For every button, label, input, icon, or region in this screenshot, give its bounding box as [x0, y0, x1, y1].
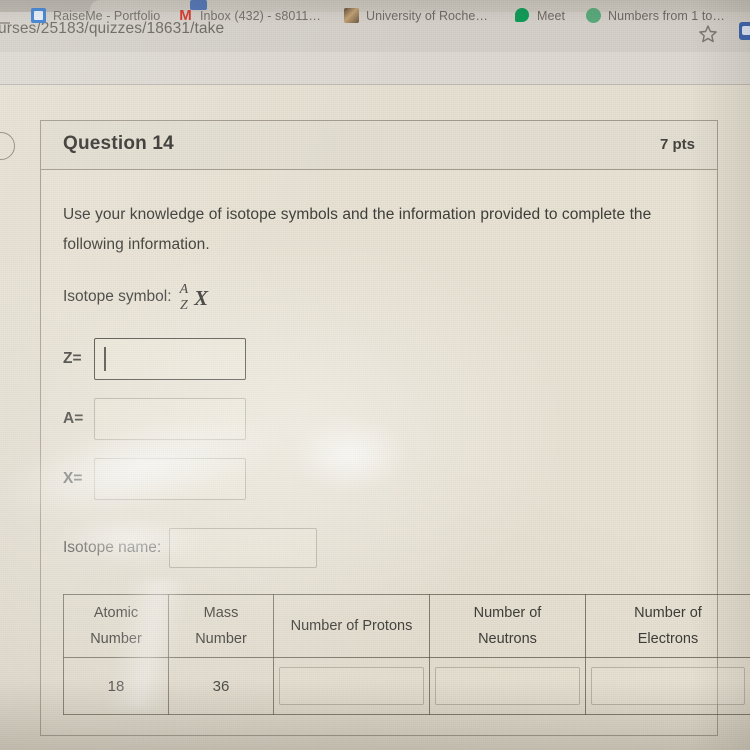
header-line: Electrons	[637, 631, 699, 647]
bookmark-label: RaiseMe - Portfolio	[53, 8, 161, 23]
photographed-screen: urses/25183/quizzes/18631/take RaiseMe -…	[0, 0, 750, 750]
header-line: Atomic	[93, 605, 139, 621]
field-row-x: X=	[63, 458, 695, 500]
star-icon[interactable]	[698, 24, 718, 44]
x-input[interactable]	[94, 458, 246, 500]
extension-icon[interactable]	[739, 22, 750, 40]
table-body: 18 36	[63, 657, 750, 715]
cell-number-of-electrons	[585, 657, 750, 715]
header-line: Mass	[203, 605, 239, 621]
bookmark-item-numbers[interactable]: Numbers from 1 to…	[586, 8, 725, 23]
text-cursor	[104, 347, 106, 371]
bookmark-overflow-indicator	[0, 22, 10, 24]
neutrons-input[interactable]	[435, 667, 580, 705]
question-card: Question 14 7 pts Use your knowledge of …	[40, 120, 750, 736]
university-favicon-icon	[344, 8, 359, 23]
bookmark-label: University of Roche…	[366, 8, 488, 23]
question-card-body: Use your knowledge of isotope symbols an…	[41, 170, 750, 735]
isotope-symbol-line: Isotope symbol: A Z X	[63, 282, 695, 313]
google-meet-favicon-icon	[515, 8, 530, 23]
bookmark-item-raiseme[interactable]: RaiseMe - Portfolio	[31, 8, 160, 23]
element-symbol: X	[194, 285, 209, 310]
question-card-header: Question 14 7 pts	[41, 121, 717, 170]
cell-number-of-neutrons	[429, 657, 586, 715]
field-row-z: Z=	[63, 338, 695, 380]
numbers-favicon-icon	[586, 8, 601, 23]
isotope-name-row: Isotope name:	[63, 528, 695, 568]
header-line: Number	[90, 631, 142, 647]
isotope-data-table: Atomic Number Mass Number Number of Prot…	[63, 594, 750, 715]
field-row-a: A=	[63, 398, 695, 440]
question-flag-circle-icon[interactable]	[0, 132, 15, 160]
z-input[interactable]	[94, 338, 246, 380]
table-header: Atomic Number Mass Number Number of Prot…	[63, 594, 750, 658]
bookmark-item-university[interactable]: University of Roche…	[344, 8, 488, 23]
bookmark-label: Meet	[537, 8, 565, 23]
column-header-number-of-protons: Number of Protons	[273, 594, 430, 658]
page-title: Question 14	[63, 133, 174, 154]
raiseme-favicon-icon	[31, 8, 46, 23]
mass-number-superscript: A	[179, 282, 189, 297]
header-line: Number of	[634, 605, 702, 621]
atomic-number-subscript: Z	[179, 298, 188, 313]
bookmark-label: Inbox (432) - s8011…	[200, 8, 321, 23]
column-header-number-of-neutrons: Number of Neutrons	[429, 594, 586, 658]
header-line: Number	[195, 631, 247, 647]
question-points: 7 pts	[659, 136, 695, 153]
a-input[interactable]	[94, 398, 246, 440]
isotope-name-label: Isotope name:	[63, 539, 162, 556]
table-row: 18 36	[63, 657, 750, 715]
electrons-input[interactable]	[591, 667, 745, 705]
cell-atomic-number: 18	[63, 657, 169, 715]
header-line: Number of	[473, 605, 542, 621]
bookmarks-bar	[0, 52, 750, 85]
field-label-z: Z=	[63, 350, 82, 367]
protons-input[interactable]	[279, 667, 424, 705]
column-header-number-of-electrons: Number of Electrons	[585, 594, 750, 658]
bookmark-item-inbox[interactable]: M Inbox (432) - s8011…	[178, 8, 321, 23]
cell-mass-number: 36	[168, 657, 274, 715]
isotope-name-input[interactable]	[169, 528, 318, 568]
isotope-sub-superscript: A Z	[180, 283, 189, 313]
question-prompt: Use your knowledge of isotope symbols an…	[63, 206, 652, 253]
table-header-row: Atomic Number Mass Number Number of Prot…	[63, 594, 750, 658]
column-header-mass-number: Mass Number	[168, 594, 274, 658]
field-label-a: A=	[63, 410, 84, 427]
header-line: Number of Protons	[290, 618, 413, 634]
gmail-favicon-icon: M	[179, 7, 192, 24]
field-label-x: X=	[63, 470, 83, 487]
bookmark-label: Numbers from 1 to…	[608, 8, 725, 23]
cell-number-of-protons	[273, 657, 430, 715]
bookmark-item-meet[interactable]: Meet	[515, 8, 565, 23]
column-header-atomic-number: Atomic Number	[63, 594, 169, 658]
header-line: Neutrons	[478, 631, 537, 647]
isotope-symbol-label: Isotope symbol:	[63, 288, 172, 305]
